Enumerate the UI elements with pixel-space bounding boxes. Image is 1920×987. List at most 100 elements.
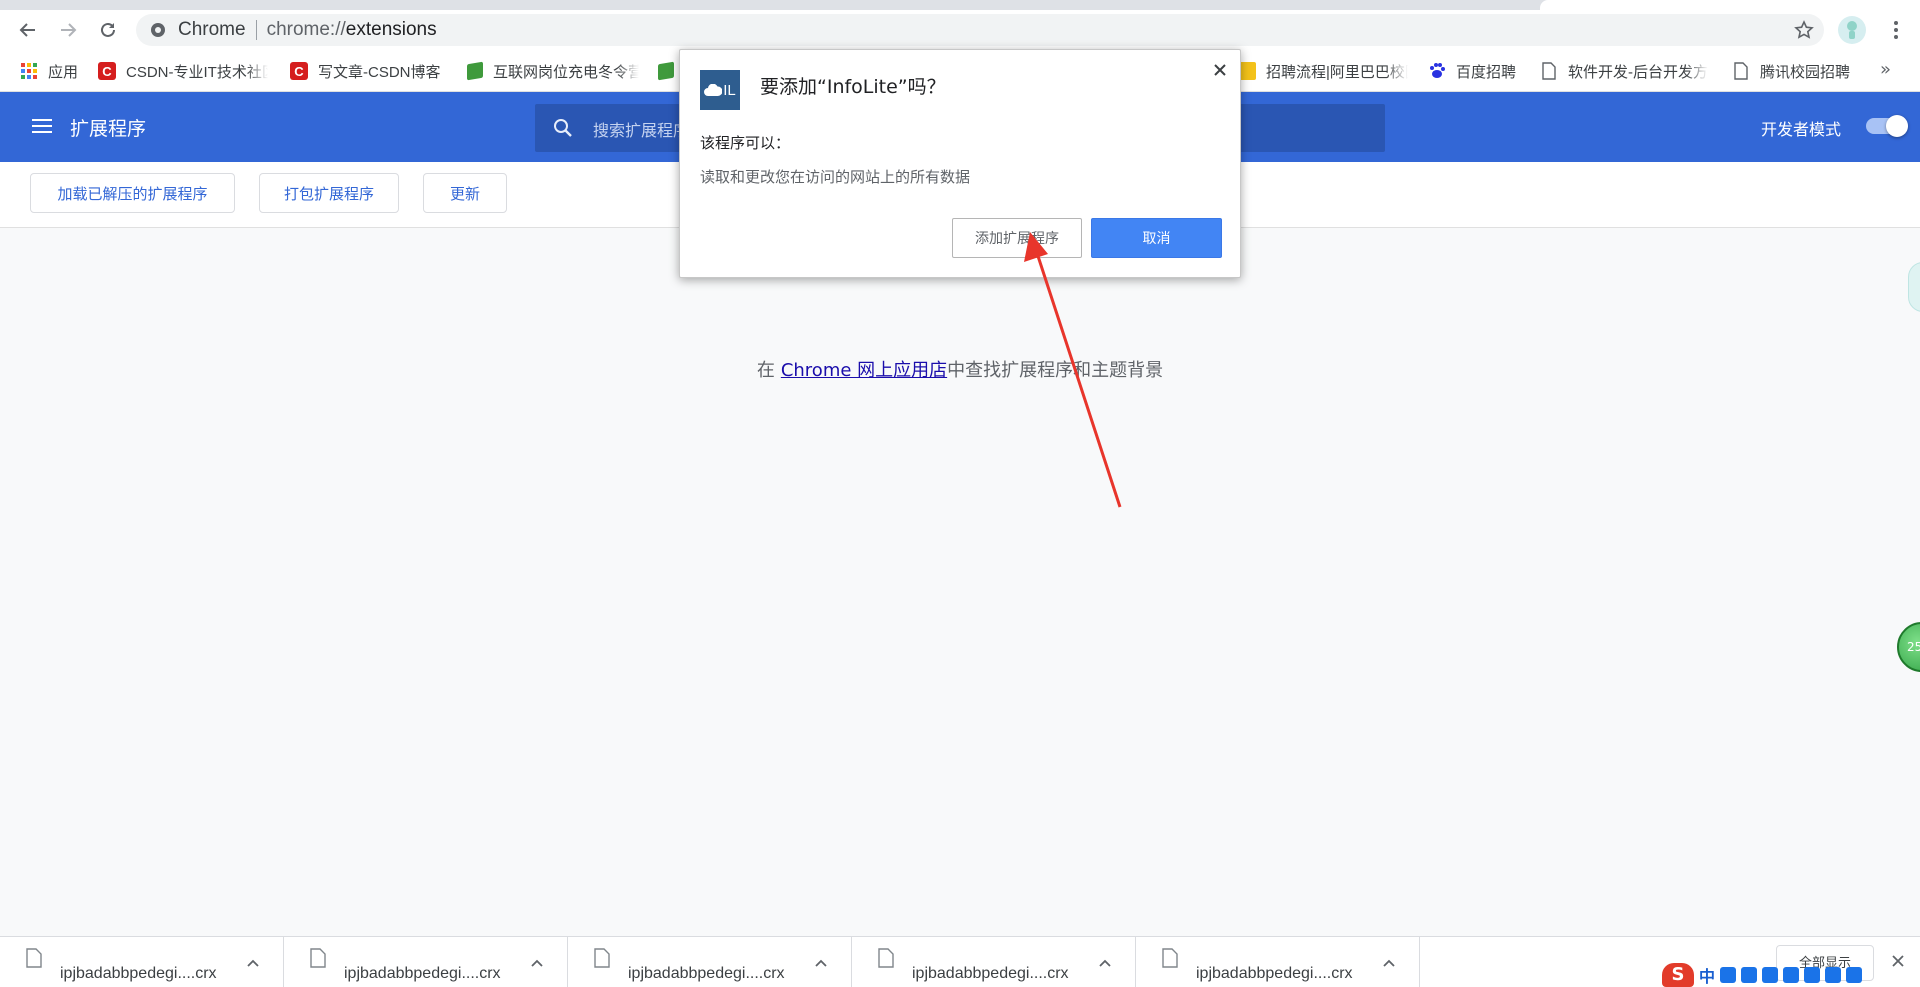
shirt-icon[interactable]	[1825, 966, 1842, 983]
infolite-app-icon: IL	[700, 70, 740, 110]
person-icon	[1847, 21, 1857, 39]
green-book-icon	[658, 61, 674, 81]
cloud-icon	[704, 84, 723, 96]
chrome-menu-button[interactable]	[1880, 14, 1912, 46]
bookmark-alibaba[interactable]: 招聘流程|阿里巴巴校园招聘	[1238, 59, 1408, 83]
app-icon-text: IL	[723, 81, 736, 99]
active-tab-edge[interactable]	[1540, 0, 1920, 10]
url-text: chrome://extensions	[267, 19, 437, 41]
bookmark-star-icon[interactable]	[1792, 18, 1816, 42]
chevron-up-icon[interactable]	[1097, 955, 1113, 971]
download-filename: ipjbadabbpedegi....crx	[1196, 964, 1353, 982]
csdn-icon: C	[290, 62, 308, 80]
store-message-tail: 中查找扩展程序和主题背景	[947, 360, 1164, 381]
hamburger-menu-icon[interactable]	[30, 115, 54, 139]
ime-mode-text[interactable]: 中	[1699, 963, 1715, 987]
bookmark-tencent-campus[interactable]: 腾讯校园招聘	[1732, 59, 1862, 83]
update-button[interactable]: 更新	[423, 173, 507, 213]
arrow-right-icon	[61, 23, 77, 37]
pack-extension-button[interactable]: 打包扩展程序	[259, 173, 399, 213]
search-icon	[554, 119, 572, 137]
keyboard-icon[interactable]	[1783, 966, 1800, 983]
forward-button[interactable]	[48, 10, 88, 50]
cancel-button[interactable]: 取消	[1091, 218, 1222, 258]
add-extension-dialog: IL 要添加“InfoLite”吗？ 该程序可以： 读取和更改您在访问的网站上的…	[679, 49, 1241, 278]
green-book-icon	[467, 61, 483, 81]
download-filename: ipjbadabbpedegi....crx	[60, 964, 217, 982]
chrome-site-icon	[150, 22, 166, 38]
close-icon[interactable]	[1888, 951, 1908, 971]
back-button[interactable]	[8, 10, 48, 50]
web-store-link[interactable]: Chrome 网上应用店	[781, 360, 947, 381]
reload-button[interactable]	[88, 10, 128, 50]
bookmark-apps[interactable]: 应用	[20, 59, 86, 83]
web-store-message: 在 Chrome 网上应用店中查找扩展程序和主题背景	[0, 356, 1920, 382]
download-filename: ipjbadabbpedegi....crx	[628, 964, 785, 982]
bookmark-label: 腾讯校园招聘	[1760, 63, 1851, 81]
search-placeholder: 搜索扩展程序	[593, 121, 690, 140]
page-title: 扩展程序	[70, 118, 147, 140]
profile-avatar[interactable]	[1838, 16, 1866, 44]
sogou-logo-icon[interactable]: S	[1662, 962, 1694, 987]
file-icon	[878, 947, 894, 968]
download-item[interactable]: ipjbadabbpedegi....crx	[568, 937, 852, 987]
store-message-lead: 在	[756, 360, 775, 381]
page-icon	[1540, 62, 1558, 80]
kebab-menu-icon	[1894, 21, 1898, 39]
address-bar[interactable]: Chrome chrome://extensions	[136, 14, 1824, 46]
add-extension-button[interactable]: 添加扩展程序	[952, 218, 1082, 258]
chevron-up-icon[interactable]	[529, 955, 545, 971]
permissions-heading: 该程序可以：	[700, 134, 791, 152]
punctuation-icon[interactable]	[1720, 966, 1737, 983]
arrow-left-icon	[19, 23, 35, 37]
tab-strip	[0, 0, 1920, 10]
omnibox-separator	[255, 20, 257, 40]
close-icon[interactable]	[1210, 60, 1230, 80]
grid-icon[interactable]	[1846, 966, 1863, 983]
inactive-tab-area[interactable]	[0, 0, 1540, 6]
download-item[interactable]: ipjbadabbpedegi....crx	[284, 937, 568, 987]
user-icon[interactable]	[1804, 966, 1821, 983]
badge-text: 25	[1907, 640, 1920, 654]
baidu-paw-icon	[1428, 62, 1446, 80]
download-item[interactable]: ipjbadabbpedegi....crx	[852, 937, 1136, 987]
download-item[interactable]: ipjbadabbpedegi....crx	[0, 937, 284, 987]
bookmark-csdn-write[interactable]: C 写文章-CSDN博客	[290, 59, 450, 83]
chevron-up-icon[interactable]	[245, 955, 261, 971]
reload-icon	[101, 22, 115, 37]
download-filename: ipjbadabbpedegi....crx	[344, 964, 501, 982]
bookmark-software-dev[interactable]: 软件开发-后台开发方向	[1540, 59, 1708, 83]
site-name: Chrome	[178, 19, 246, 40]
load-unpacked-button[interactable]: 加载已解压的扩展程序	[30, 173, 235, 213]
file-icon	[594, 947, 610, 968]
toggle-knob	[1886, 115, 1908, 137]
bookmarks-overflow-icon[interactable]: »	[1880, 59, 1891, 80]
emoji-icon[interactable]	[1741, 966, 1758, 983]
bookmark-label: 应用	[48, 63, 79, 81]
developer-mode-label: 开发者模式	[1761, 120, 1842, 139]
permission-item: 读取和更改您在访问的网站上的所有数据	[700, 168, 971, 186]
browser-toolbar: Chrome chrome://extensions	[0, 10, 1920, 50]
bookmark-baidu-jobs[interactable]: 百度招聘	[1428, 59, 1523, 83]
downloads-shelf: ipjbadabbpedegi....crx ipjbadabbpedegi..…	[0, 936, 1920, 987]
bookmark-hidden-green[interactable]	[658, 59, 680, 83]
file-icon	[1162, 947, 1178, 968]
floating-badge[interactable]: 25	[1897, 622, 1920, 672]
csdn-icon: C	[98, 62, 116, 80]
download-item[interactable]: ipjbadabbpedegi....crx	[1136, 937, 1420, 987]
developer-mode-toggle[interactable]	[1866, 115, 1908, 137]
microphone-icon[interactable]	[1762, 966, 1779, 983]
page-icon	[1732, 62, 1750, 80]
download-filename: ipjbadabbpedegi....crx	[912, 964, 1069, 982]
url-scheme: chrome://	[266, 19, 346, 40]
floating-side-widget[interactable]	[1908, 262, 1920, 312]
bookmark-label: 写文章-CSDN博客	[318, 63, 441, 81]
chevron-up-icon[interactable]	[813, 955, 829, 971]
file-icon	[26, 947, 42, 968]
url-host: extensions	[345, 19, 437, 40]
bookmark-winter-camp[interactable]: 互联网岗位充电冬令营	[467, 59, 639, 83]
bookmark-csdn-home[interactable]: C CSDN-专业IT技术社区	[98, 59, 268, 83]
chevron-up-icon[interactable]	[1381, 955, 1397, 971]
ime-toolbar: S 中	[1662, 962, 1863, 987]
dialog-title: 要添加“InfoLite”吗？	[760, 76, 946, 98]
